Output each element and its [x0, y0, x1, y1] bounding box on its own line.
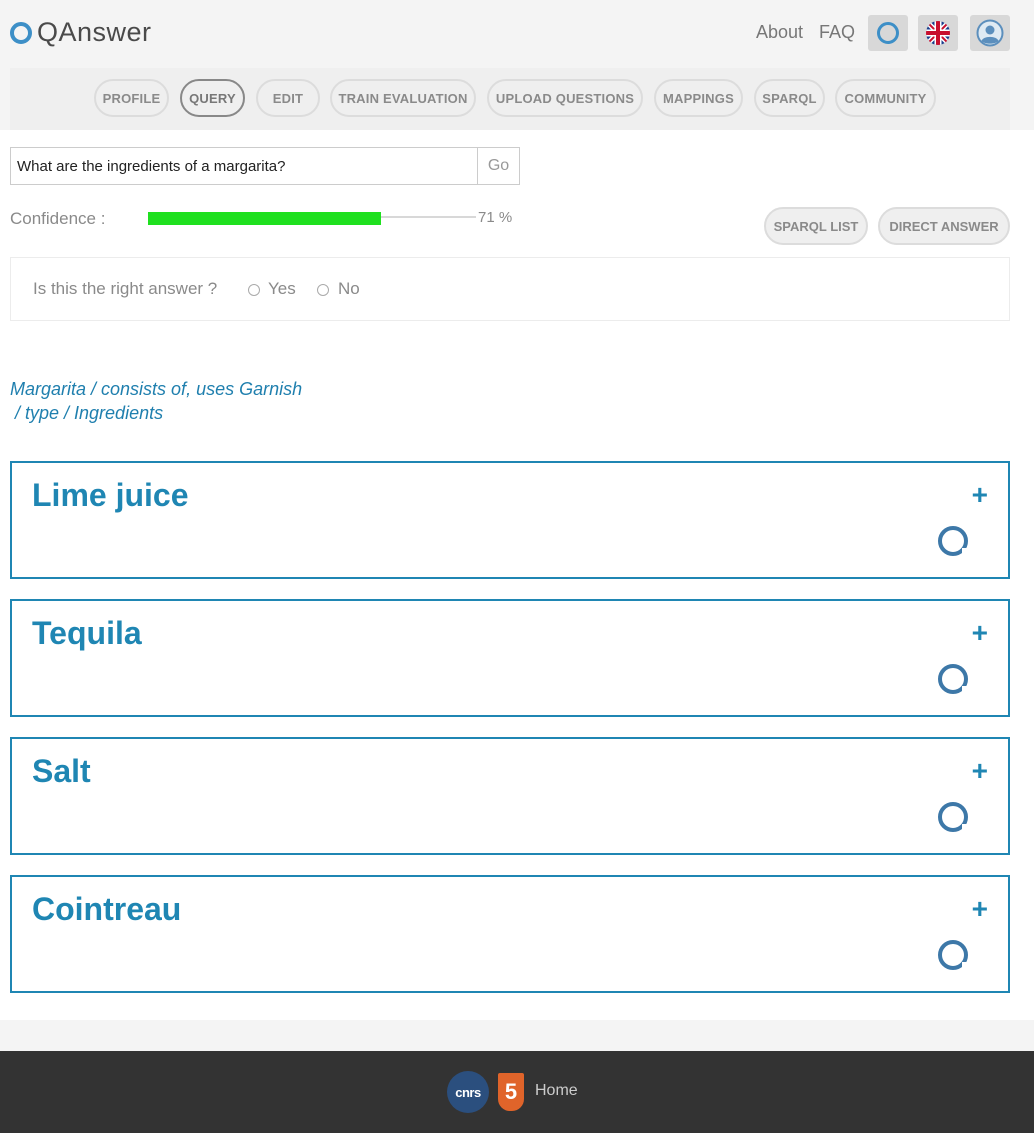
page-spacer	[0, 1020, 1034, 1051]
logo-text: QAnswer	[37, 17, 152, 47]
no-label[interactable]: No	[338, 279, 360, 299]
about-link[interactable]: About	[756, 22, 803, 43]
confidence-value: 71 %	[478, 209, 513, 226]
tab-community[interactable]: COMMUNITY	[835, 79, 936, 117]
faq-link[interactable]: FAQ	[819, 22, 855, 43]
expand-plus-icon[interactable]: +	[972, 757, 988, 785]
answer-card[interactable]: Cointreau +	[10, 875, 1010, 993]
no-radio[interactable]	[317, 284, 329, 296]
qanswer-home-button[interactable]	[868, 15, 908, 51]
confidence-bar	[148, 212, 381, 225]
answer-card[interactable]: Salt +	[10, 737, 1010, 855]
top-navbar: QAnswer About FAQ	[0, 0, 1034, 68]
yes-radio[interactable]	[248, 284, 260, 296]
tab-train-evaluation[interactable]: TRAIN EVALUATION	[330, 79, 476, 117]
tab-sparql[interactable]: SPARQL	[754, 79, 825, 117]
user-menu-button[interactable]	[970, 15, 1010, 51]
feedback-question: Is this the right answer ?	[33, 279, 218, 298]
sparql-list-button[interactable]: SPARQL LIST	[764, 207, 868, 245]
answer-title[interactable]: Tequila	[32, 615, 142, 652]
main-tabs: PROFILE QUERY EDIT TRAIN EVALUATION UPLO…	[10, 68, 1010, 130]
answer-title[interactable]: Salt	[32, 753, 91, 790]
qanswer-ring-icon	[938, 664, 970, 694]
cnrs-logo[interactable]: cnrs	[447, 1071, 489, 1113]
language-button[interactable]	[918, 15, 958, 51]
query-panel: Go Confidence : 71 % SPARQL LIST DIRECT …	[0, 130, 1034, 1020]
qanswer-ring-icon	[938, 526, 970, 556]
footer: cnrs 5 Home	[0, 1051, 1034, 1133]
direct-answer-button[interactable]: DIRECT ANSWER	[878, 207, 1010, 245]
tab-edit[interactable]: EDIT	[256, 79, 320, 117]
yes-label[interactable]: Yes	[268, 279, 296, 299]
tab-query[interactable]: QUERY	[180, 79, 245, 117]
answer-title[interactable]: Lime juice	[32, 477, 189, 514]
question-input[interactable]	[10, 147, 478, 185]
query-interpretation: Margarita / consists of, uses Garnish / …	[10, 377, 390, 425]
answer-card[interactable]: Lime juice +	[10, 461, 1010, 579]
expand-plus-icon[interactable]: +	[972, 619, 988, 647]
qanswer-ring-icon	[877, 22, 899, 44]
ujm-logo[interactable]: 5	[498, 1073, 524, 1111]
tab-mappings[interactable]: MAPPINGS	[654, 79, 743, 117]
answer-card[interactable]: Tequila +	[10, 599, 1010, 717]
tab-upload-questions[interactable]: UPLOAD QUESTIONS	[487, 79, 643, 117]
answer-title[interactable]: Cointreau	[32, 891, 181, 928]
interpretation-line-1: Margarita / consists of, uses Garnish	[10, 379, 303, 399]
qanswer-logo[interactable]: QAnswer	[10, 17, 152, 48]
expand-plus-icon[interactable]: +	[972, 895, 988, 923]
uk-flag-icon	[926, 21, 950, 45]
go-button[interactable]: Go	[477, 147, 520, 185]
qanswer-ring-icon	[938, 940, 970, 970]
qanswer-ring-icon	[938, 802, 970, 832]
qanswer-logo-icon	[10, 21, 32, 44]
user-avatar-icon	[976, 19, 1004, 47]
feedback-box: Is this the right answer ? Yes No	[10, 257, 1010, 321]
tab-profile[interactable]: PROFILE	[94, 79, 169, 117]
home-link[interactable]: Home	[535, 1082, 578, 1100]
confidence-label: Confidence :	[10, 209, 106, 228]
interpretation-line-2: / type / Ingredients	[10, 403, 164, 423]
expand-plus-icon[interactable]: +	[972, 481, 988, 509]
